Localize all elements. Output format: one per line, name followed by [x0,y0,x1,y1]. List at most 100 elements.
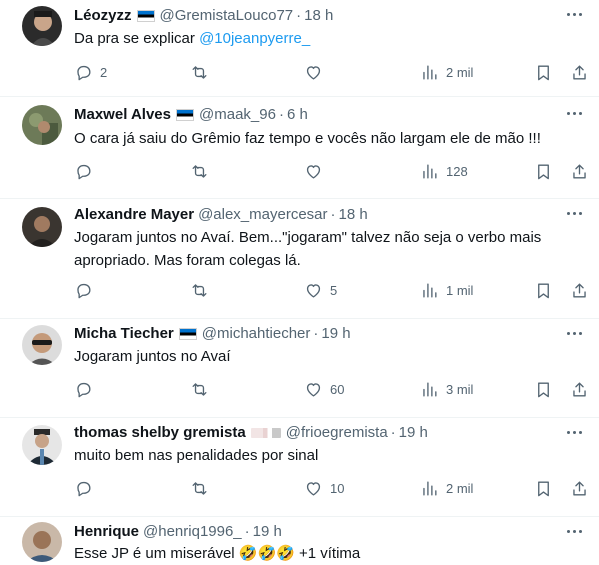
more-icon[interactable] [565,107,585,121]
bookmark-button[interactable] [534,58,553,86]
tweet-text: Jogaram juntos no Avaí [74,348,231,365]
author-name[interactable]: Micha Tiecher [74,324,174,344]
reply-icon [77,481,91,496]
reply-button[interactable] [74,375,100,403]
retweet-button[interactable] [190,58,216,86]
action-bar: 2 2 mil [64,58,589,86]
avatar[interactable] [22,207,62,247]
bookmark-icon [538,381,549,397]
retweet-button[interactable] [190,474,216,502]
bookmark-button[interactable] [534,375,553,403]
mention-link[interactable]: @10jeanpyerre_ [199,30,310,47]
tweet[interactable]: Alexandre Mayer @alex_mayercesar · 18 h … [0,199,599,319]
estonia-flag-icon [136,10,155,22]
like-button[interactable]: 60 [304,375,344,403]
avatar[interactable] [22,522,62,562]
author-name[interactable]: Léozyzz [74,6,132,26]
more-icon[interactable] [565,426,585,440]
share-button[interactable] [570,157,589,185]
share-button[interactable] [570,474,589,502]
bookmark-button[interactable] [534,157,553,185]
tweet-header: thomas shelby gremista @frioegremista · … [74,423,559,443]
avatar[interactable] [22,6,62,46]
avatar[interactable] [22,105,62,145]
bookmark-button[interactable] [534,276,553,304]
views-button[interactable]: 3 mil [420,375,473,403]
share-button[interactable] [570,276,589,304]
timestamp[interactable]: 18 h [339,205,368,225]
tweet-text: O cara já saiu do Grêmio faz tempo e voc… [74,130,541,147]
views-icon [423,282,437,298]
reply-button[interactable] [74,474,100,502]
action-bar: 10 2 mil [64,474,589,502]
reply-icon [77,164,91,179]
separator: · [330,206,336,223]
flag-emoji-icon [250,428,281,438]
reply-icon [77,382,91,397]
estonia-flag-icon [178,328,197,340]
bookmark-icon [538,163,549,179]
more-icon[interactable] [565,207,585,221]
timestamp[interactable]: 18 h [304,6,333,26]
reply-feed: Léozyzz @GremistaLouco77 · 18 h Da pra s… [0,0,599,565]
retweet-button[interactable] [190,276,216,304]
share-icon [573,480,586,496]
author-handle[interactable]: @GremistaLouco77 [160,6,294,26]
retweet-button[interactable] [190,157,216,185]
more-icon[interactable] [565,327,585,341]
author-handle[interactable]: @alex_mayercesar [198,205,327,225]
share-icon [573,163,586,179]
more-icon[interactable] [565,8,585,22]
separator: · [244,523,250,540]
bookmark-button[interactable] [534,474,553,502]
bookmark-icon [538,282,549,298]
reply-button[interactable] [74,157,100,185]
tweet[interactable]: Maxwel Alves @maak_96 · 6 h O cara já sa… [0,97,599,199]
reply-button[interactable] [74,276,100,304]
more-icon[interactable] [565,525,585,539]
author-handle[interactable]: @frioegremista [286,423,388,443]
timestamp[interactable]: 6 h [287,105,308,125]
views-icon [423,163,437,179]
like-button[interactable] [304,157,330,185]
share-icon [573,381,586,397]
views-icon [423,480,437,496]
author-handle[interactable]: @maak_96 [199,105,276,125]
tweet-text: Jogaram juntos no Avaí. Bem..."jogaram" … [74,229,542,269]
views-button[interactable]: 128 [420,157,468,185]
author-handle[interactable]: @michahtiecher [202,324,311,344]
bookmark-icon [538,480,549,496]
tweet[interactable]: Micha Tiecher @michahtiecher · 19 h Joga… [0,319,599,418]
timestamp[interactable]: 19 h [253,522,282,542]
views-icon [423,64,437,80]
reply-icon [77,65,91,80]
views-button[interactable]: 1 mil [420,276,473,304]
like-button[interactable]: 5 [304,276,337,304]
views-button[interactable]: 2 mil [420,474,473,502]
like-count: 60 [330,381,345,397]
timestamp[interactable]: 19 h [399,423,428,443]
avatar[interactable] [22,325,62,365]
tweet[interactable]: Léozyzz @GremistaLouco77 · 18 h Da pra s… [0,0,599,97]
tweet[interactable]: thomas shelby gremista @frioegremista · … [0,418,599,517]
reply-button[interactable]: 2 [74,58,107,86]
author-name[interactable]: Maxwel Alves [74,105,171,125]
author-name[interactable]: thomas shelby gremista [74,423,246,443]
timestamp[interactable]: 19 h [321,324,350,344]
tweet-header: Alexandre Mayer @alex_mayercesar · 18 h [74,205,559,225]
heart-icon [306,164,321,179]
views-button[interactable]: 2 mil [420,58,473,86]
retweet-button[interactable] [190,375,216,403]
author-handle[interactable]: @henriq1996_ [143,522,242,542]
author-name[interactable]: Henrique [74,522,139,542]
retweet-icon [192,164,207,178]
like-count: 5 [330,282,338,298]
avatar[interactable] [22,425,62,465]
like-button[interactable] [304,58,330,86]
retweet-icon [192,283,207,297]
share-button[interactable] [570,58,589,86]
share-button[interactable] [570,375,589,403]
like-button[interactable]: 10 [304,474,344,502]
tweet[interactable]: Henrique @henriq1996_ · 19 h Esse JP é u… [0,517,599,565]
author-name[interactable]: Alexandre Mayer [74,205,194,225]
